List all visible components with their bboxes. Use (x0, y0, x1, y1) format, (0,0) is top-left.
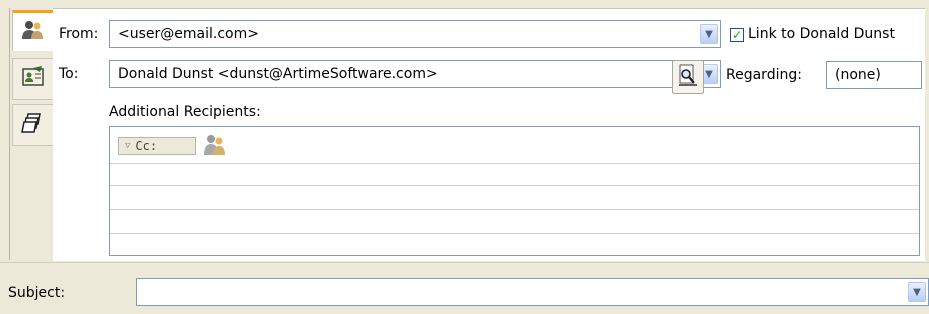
magnifier-icon (677, 63, 699, 91)
subject-input[interactable]: ▼ (136, 278, 929, 306)
chevron-down-icon[interactable]: ▼ (700, 24, 718, 44)
copies-icon (20, 110, 46, 140)
tab-contact-details[interactable] (12, 58, 53, 100)
person-icon[interactable] (202, 133, 228, 161)
row-divider (110, 185, 919, 186)
subject-label: Subject: (8, 285, 66, 301)
from-label: From: (59, 26, 99, 42)
contact-card-icon (20, 65, 46, 93)
tab-addressing[interactable] (12, 10, 53, 51)
triangle-down-icon: ▽ (125, 141, 131, 151)
to-value: Donald Dunst <dunst@ArtimeSoftware.com> (118, 66, 438, 82)
link-label: Link to Donald Dunst (748, 26, 895, 42)
additional-recipients-label: Additional Recipients: (109, 104, 261, 120)
regarding-field[interactable]: (none) (826, 61, 922, 89)
to-dropdown[interactable]: Donald Dunst <dunst@ArtimeSoftware.com> … (109, 60, 721, 88)
cc-type-button[interactable]: ▽ Cc: (118, 137, 196, 155)
row-divider (110, 209, 919, 210)
link-checkbox[interactable]: ✓ (730, 28, 744, 42)
regarding-label: Regarding: (726, 67, 802, 83)
to-label: To: (59, 66, 79, 82)
separator (0, 262, 929, 263)
row-divider (110, 233, 919, 234)
from-value: <user@email.com> (118, 26, 259, 42)
row-divider (110, 163, 919, 164)
tab-copies[interactable] (12, 104, 53, 146)
side-tabs (9, 8, 54, 260)
regarding-value: (none) (835, 67, 881, 83)
cc-label: Cc: (135, 139, 158, 153)
people-icon (20, 17, 46, 47)
chevron-down-icon[interactable]: ▼ (908, 282, 926, 302)
addressing-panel: From: <user@email.com> ▼ ✓ Link to Donal… (53, 8, 925, 261)
from-dropdown[interactable]: <user@email.com> ▼ (109, 20, 721, 48)
additional-recipients-list[interactable]: ▽ Cc: (109, 126, 920, 256)
address-lookup-button[interactable] (672, 60, 704, 94)
